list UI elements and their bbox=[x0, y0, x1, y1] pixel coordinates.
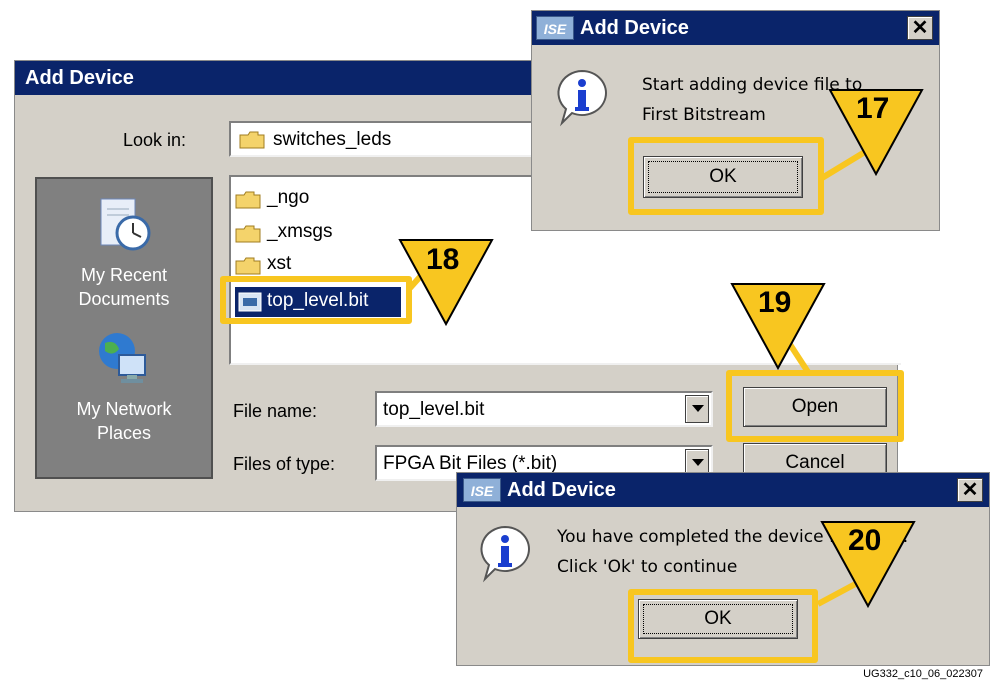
close-icon[interactable]: ✕ bbox=[957, 478, 983, 502]
places-label-network: My Network Places bbox=[76, 399, 172, 443]
folder-icon bbox=[235, 257, 261, 275]
dialog-title: Add Device bbox=[507, 479, 616, 501]
ise-app-icon: ISE bbox=[536, 16, 574, 40]
highlight-ok-17 bbox=[628, 137, 824, 215]
files-of-type-label: Files of type: bbox=[233, 454, 336, 474]
file-name-dropdown-button[interactable] bbox=[685, 395, 709, 423]
ise-app-icon: ISE bbox=[463, 478, 501, 502]
look-in-label: Look in: bbox=[123, 130, 187, 150]
callout-19-label: 19 bbox=[758, 286, 792, 319]
close-icon[interactable]: ✕ bbox=[907, 16, 933, 40]
title-bar: ISE Add Device ✕ bbox=[532, 11, 939, 45]
highlight-open-button bbox=[726, 370, 904, 442]
file-name-ngo: _ngo bbox=[267, 187, 310, 208]
places-bar: My Recent Documents My Network Places bbox=[35, 177, 213, 479]
folder-icon bbox=[239, 131, 265, 149]
places-label-recent: My Recent Documents bbox=[78, 265, 170, 309]
network-places-icon bbox=[99, 333, 146, 383]
highlight-ok-20 bbox=[628, 589, 818, 663]
dialog-title: Add Device bbox=[25, 67, 134, 89]
file-name-label: File name: bbox=[233, 401, 318, 421]
callout-20-label: 20 bbox=[848, 524, 882, 557]
file-name-xst: xst bbox=[267, 253, 292, 274]
callout-17-label: 17 bbox=[856, 92, 890, 125]
file-name-value: top_level.bit bbox=[383, 399, 485, 420]
cancel-button-label: Cancel bbox=[785, 452, 845, 473]
info-icon bbox=[480, 525, 530, 583]
look-in-dropdown[interactable]: switches_leds bbox=[229, 121, 549, 157]
recent-documents-icon bbox=[100, 198, 151, 251]
message-line-2: Click 'Ok' to continue bbox=[557, 557, 738, 577]
highlight-top-level-bit bbox=[220, 276, 412, 324]
folder-icon bbox=[235, 191, 261, 209]
info-icon bbox=[557, 69, 607, 127]
file-name-xmsgs: _xmsgs bbox=[267, 221, 333, 242]
message-line-2: First Bitstream bbox=[642, 105, 766, 125]
title-bar: ISE Add Device ✕ bbox=[457, 473, 989, 507]
look-in-value: switches_leds bbox=[273, 129, 392, 150]
places-item-network[interactable]: My Network Places bbox=[37, 329, 211, 459]
callout-18-label: 18 bbox=[426, 243, 460, 276]
file-name-input[interactable]: top_level.bit bbox=[375, 391, 713, 427]
dialog-title: Add Device bbox=[580, 17, 689, 39]
places-item-recent[interactable]: My Recent Documents bbox=[37, 191, 211, 321]
folder-icon bbox=[235, 225, 261, 243]
list-item[interactable]: _ngo bbox=[235, 187, 435, 213]
figure-id: UG332_c10_06_022307 bbox=[863, 668, 983, 680]
